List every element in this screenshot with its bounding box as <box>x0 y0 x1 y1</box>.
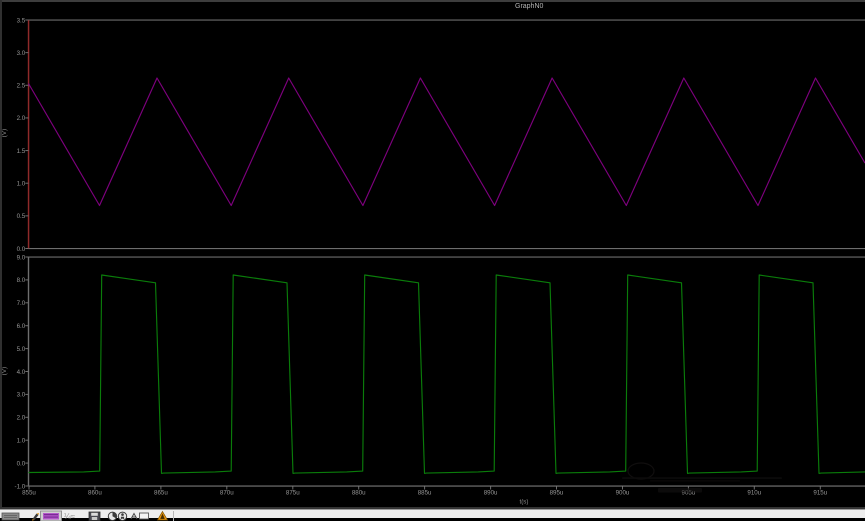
svg-text:0.0: 0.0 <box>17 246 26 253</box>
svg-text:7.0: 7.0 <box>17 300 26 307</box>
svg-text:9.0: 9.0 <box>17 254 26 261</box>
svg-text:1.0: 1.0 <box>17 181 26 188</box>
svg-text:2.5: 2.5 <box>17 83 26 90</box>
svg-text:(V): (V) <box>1 367 8 375</box>
svg-text:870u: 870u <box>220 489 234 496</box>
svg-text:3.0: 3.0 <box>17 50 26 57</box>
svg-text:0.0: 0.0 <box>17 460 26 467</box>
svg-text:6.0: 6.0 <box>17 323 26 330</box>
svg-text:2.0: 2.0 <box>17 115 26 122</box>
svg-text:3.5: 3.5 <box>17 17 26 24</box>
svg-text:890u: 890u <box>484 489 498 496</box>
svg-text:875u: 875u <box>286 489 300 496</box>
svg-text:865u: 865u <box>154 489 168 496</box>
svg-text:860u: 860u <box>88 489 102 496</box>
svg-text:895u: 895u <box>550 489 564 496</box>
svg-text:885u: 885u <box>418 489 432 496</box>
svg-text:t(s): t(s) <box>520 499 529 506</box>
svg-text:1.5: 1.5 <box>17 148 26 155</box>
svg-text:1.0: 1.0 <box>17 438 26 445</box>
svg-text:900u: 900u <box>616 489 630 496</box>
svg-text:910u: 910u <box>747 489 761 496</box>
svg-text:8.0: 8.0 <box>17 277 26 284</box>
svg-text:3.0: 3.0 <box>17 392 26 399</box>
svg-text:4.0: 4.0 <box>17 369 26 376</box>
svg-text:855u: 855u <box>22 489 36 496</box>
svg-text:880u: 880u <box>352 489 366 496</box>
svg-text:(V): (V) <box>1 129 8 137</box>
svg-text:2.0: 2.0 <box>17 415 26 422</box>
svg-text:5.0: 5.0 <box>17 346 26 353</box>
svg-text:0.5: 0.5 <box>17 213 26 220</box>
svg-text:915u: 915u <box>813 489 827 496</box>
